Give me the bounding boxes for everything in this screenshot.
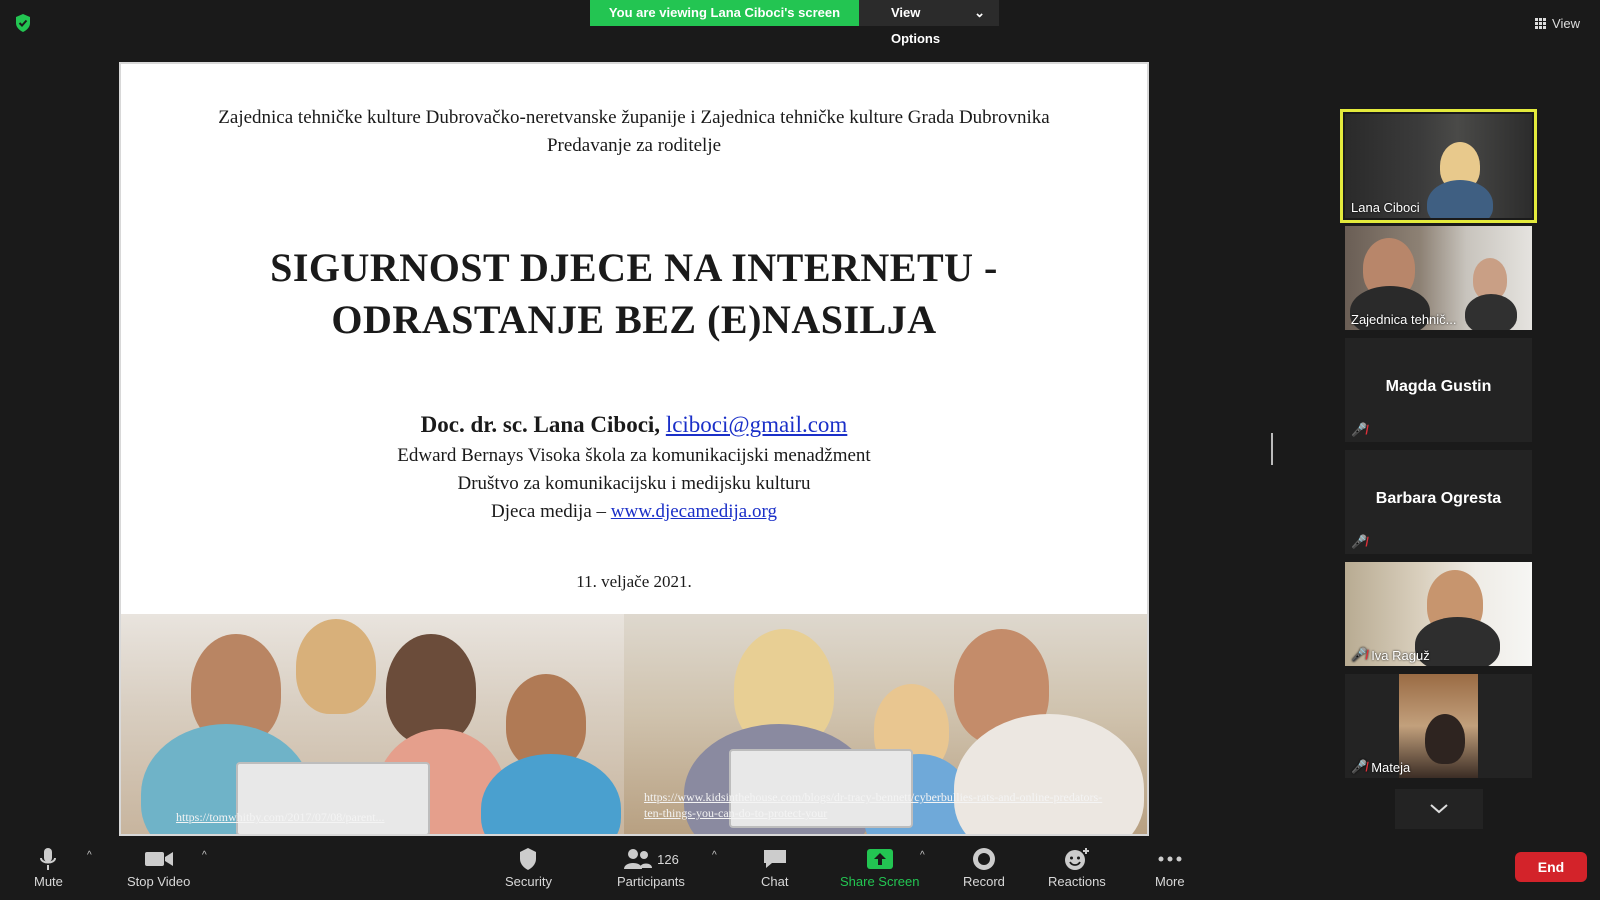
participant-name: Zajednica tehnič... — [1351, 312, 1457, 327]
participant-tile-mateja[interactable]: 🎤̸ Mateja — [1345, 674, 1532, 778]
participant-tile-iva-raguz[interactable]: 🎤̸ Iva Raguž — [1345, 562, 1532, 666]
participants-options-caret[interactable]: ^ — [712, 850, 717, 861]
more-label: More — [1155, 874, 1185, 889]
reactions-label: Reactions — [1048, 874, 1106, 889]
slide-author-email-link[interactable]: lciboci@gmail.com — [666, 412, 848, 437]
mute-button[interactable]: Mute — [34, 846, 63, 889]
record-label: Record — [963, 874, 1005, 889]
slide-author: Doc. dr. sc. Lana Ciboci, lciboci@gmail.… — [121, 412, 1147, 438]
participant-name: 🎤̸ Mateja — [1351, 759, 1411, 775]
video-options-caret[interactable]: ^ — [202, 850, 207, 861]
participant-tile-lana-ciboci[interactable]: Lana Ciboci — [1340, 109, 1537, 223]
chat-button[interactable]: Chat — [761, 846, 788, 889]
participants-label: Participants — [617, 874, 685, 889]
more-dots-icon — [1157, 846, 1183, 872]
chevron-down-icon — [1430, 804, 1448, 814]
meeting-toolbar: Mute ^ Stop Video ^ Security 126 Partici… — [0, 838, 1600, 900]
participant-tile-zajednica[interactable]: Zajednica tehnič... — [1345, 226, 1532, 330]
slide-date: 11. veljače 2021. — [576, 572, 692, 591]
stop-video-button[interactable]: Stop Video — [127, 846, 190, 889]
chat-label: Chat — [761, 874, 789, 889]
gallery-next-page-button[interactable] — [1395, 789, 1483, 829]
participants-icon: 126 — [623, 846, 679, 872]
participant-tile-barbara-ogresta[interactable]: Barbara Ogresta 🎤̸ — [1345, 450, 1532, 554]
participants-button[interactable]: 126 Participants — [617, 846, 685, 889]
slide-title-line1: SIGURNOST DJECE NA INTERNETU - — [270, 245, 998, 290]
microphone-icon — [40, 846, 57, 872]
mute-label: Mute — [34, 874, 63, 889]
share-screen-label: Share Screen — [840, 874, 920, 889]
photo-right-source-url: https://www.kidsinthehouse.com/blogs/dr-… — [644, 790, 1103, 820]
shared-screen-slide: Zajednica tehničke kulture Dubrovačko-ne… — [119, 62, 1149, 836]
participants-count: 126 — [657, 851, 679, 867]
slide-affiliation-1: Edward Bernays Visoka škola za komunikac… — [397, 445, 871, 466]
record-icon — [972, 846, 996, 872]
photo-left-source-url: https://tomwhitby.com/2017/07/08/parent.… — [176, 810, 385, 824]
muted-mic-icon: 🎤̸ — [1351, 422, 1368, 437]
slide-title-line2: ODRASTANJE BEZ (E)NASILJA — [331, 297, 937, 342]
family-photo-right: https://www.kidsinthehouse.com/blogs/dr-… — [624, 614, 1147, 834]
family-photo-left: https://tomwhitby.com/2017/07/08/parent.… — [121, 614, 624, 834]
view-button[interactable]: View — [1529, 10, 1586, 36]
more-button[interactable]: More — [1155, 846, 1185, 889]
share-screen-icon — [866, 846, 894, 872]
participant-tile-magda-gustin[interactable]: Magda Gustin 🎤̸ — [1345, 338, 1532, 442]
slide-org-line1: Zajednica tehničke kulture Dubrovačko-ne… — [218, 107, 1050, 128]
record-button[interactable]: Record — [963, 846, 1005, 889]
slide-website-link[interactable]: www.djecamedija.org — [611, 501, 777, 522]
viewing-screen-label: You are viewing Lana Ciboci's screen — [590, 0, 859, 26]
participant-name: Barbara Ogresta — [1375, 490, 1502, 507]
view-label: View — [1552, 15, 1580, 31]
share-options-caret[interactable]: ^ — [920, 850, 925, 861]
security-label: Security — [505, 874, 552, 889]
view-options-label: View Options — [891, 5, 941, 46]
mute-options-caret[interactable]: ^ — [87, 850, 92, 861]
security-shield-icon[interactable] — [14, 13, 32, 33]
chat-bubble-icon — [762, 846, 788, 872]
slide-affiliation-2: Društvo za komunikacijsku i medijsku kul… — [457, 473, 811, 494]
view-options-button[interactable]: View Options ⌄ — [859, 0, 999, 46]
smiley-plus-icon — [1064, 846, 1090, 872]
slide-title: SIGURNOST DJECE NA INTERNETU - ODRASTANJ… — [121, 242, 1147, 346]
screen-share-banner: You are viewing Lana Ciboci's screen Vie… — [590, 0, 999, 46]
muted-mic-icon: 🎤̸ — [1351, 759, 1368, 774]
split-divider-handle[interactable] — [1271, 433, 1273, 465]
slide-org-line2: Predavanje za roditelje — [546, 135, 722, 156]
participant-name: Lana Ciboci — [1351, 200, 1420, 215]
muted-mic-icon: 🎤̸ — [1351, 647, 1368, 662]
participant-name: 🎤̸ Iva Raguž — [1351, 647, 1430, 663]
muted-mic-icon: 🎤̸ — [1351, 534, 1368, 549]
participant-name: Magda Gustin — [1385, 378, 1492, 395]
end-meeting-button[interactable]: End — [1515, 852, 1587, 882]
stop-video-label: Stop Video — [127, 874, 191, 889]
slide-organization: Zajednica tehničke kulture Dubrovačko-ne… — [121, 104, 1147, 160]
slide-affiliation-3-prefix: Djeca medija – — [491, 501, 607, 522]
chevron-down-icon: ⌄ — [974, 5, 985, 20]
grid-view-icon — [1535, 17, 1547, 29]
slide-author-name: Doc. dr. sc. Lana Ciboci, — [420, 412, 661, 437]
video-camera-icon — [144, 846, 174, 872]
security-button[interactable]: Security — [505, 846, 552, 889]
slide-affiliation-3: Djeca medija – www.djecamedija.org — [121, 501, 1147, 523]
shield-icon — [518, 846, 538, 872]
share-screen-button[interactable]: Share Screen — [840, 846, 920, 889]
reactions-button[interactable]: Reactions — [1048, 846, 1106, 889]
